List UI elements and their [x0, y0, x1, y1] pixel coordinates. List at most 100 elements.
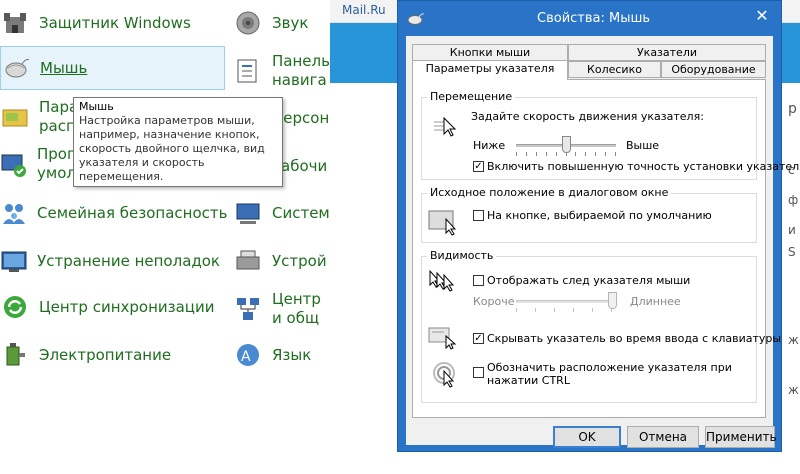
tab-hardware[interactable]: Оборудование	[661, 61, 766, 78]
browser-right-edge: р с ф и S ж ж	[786, 83, 800, 403]
edge-char: S	[788, 245, 796, 259]
cp-label: Язык	[272, 346, 312, 364]
browser-tab-mailru[interactable]: Mail.Ru	[342, 3, 386, 17]
family-safety-icon	[0, 198, 28, 228]
power-options-icon	[0, 340, 30, 370]
snap-to-group: Исходное положение в диалоговом окне На …	[421, 186, 757, 243]
castle-icon	[0, 8, 30, 38]
speed-fast-label: Выше	[626, 139, 660, 152]
slider-tick	[516, 308, 517, 312]
group-title: Видимость	[427, 249, 497, 262]
speed-prompt: Задайте скорость движения указателя:	[471, 110, 704, 123]
slider-tick	[536, 152, 537, 156]
cp-item-power-options[interactable]: Электропитание	[0, 333, 220, 377]
cp-item-language[interactable]: A Язык	[233, 333, 330, 377]
tab-pointer-options[interactable]: Параметры указателя	[412, 60, 568, 80]
tab-wheel[interactable]: Колесико	[568, 61, 661, 78]
cp-item-system[interactable]: Систем	[233, 191, 330, 235]
dialog-body: Кнопки мыши Указатели Параметры указател…	[406, 36, 800, 448]
system-icon	[233, 198, 263, 228]
group-title: Перемещение	[427, 90, 516, 103]
trails-short-label: Короче	[473, 295, 515, 308]
trails-slider-thumb[interactable]	[608, 292, 617, 309]
cp-label: Панель навига	[272, 52, 330, 89]
slider-tick	[605, 152, 606, 156]
snap-to-label: На кнопке, выбираемой по умолчанию	[487, 209, 712, 222]
slider-tick	[575, 152, 576, 156]
language-icon: A	[233, 340, 263, 370]
slider-tick	[592, 308, 593, 312]
cp-label: Электропитание	[39, 346, 172, 364]
cp-label: Устрой	[272, 252, 327, 270]
slider-tick	[535, 308, 536, 312]
cp-label: Звук	[272, 14, 309, 32]
slider-tick	[516, 152, 517, 156]
slider-tick	[526, 152, 527, 156]
devices-icon	[233, 246, 263, 276]
slider-tick	[615, 152, 616, 156]
precision-checkbox[interactable]: ✓	[473, 161, 484, 172]
motion-group: Перемещение Задайте скорость движения ук…	[421, 90, 800, 180]
sync-center-icon	[0, 292, 30, 322]
tab-buttons[interactable]: Кнопки мыши	[412, 44, 568, 61]
cp-label: Систем	[272, 204, 330, 222]
trails-checkbox[interactable]	[473, 275, 484, 286]
cp-label: Семейная безопасность	[37, 204, 228, 222]
tooltip-text: Настройка параметров мыши, например, наз…	[79, 114, 265, 183]
cp-item-troubleshooting[interactable]: Устранение неполадок	[0, 239, 220, 283]
edge-char: ж	[788, 333, 799, 347]
cp-item-sync-center[interactable]: Центр синхронизации	[0, 285, 220, 329]
mouse-icon	[406, 10, 425, 25]
precision-label: Включить повышенную точность установки у…	[487, 160, 800, 173]
mouse-icon	[1, 53, 31, 83]
edge-char: р	[788, 101, 797, 117]
cp-label: Центр и общ	[272, 290, 321, 327]
ctrl-locate-icon	[432, 361, 458, 393]
cp-item-devices[interactable]: Устрой	[233, 239, 330, 283]
trails-slider-ticks	[516, 308, 612, 312]
network-center-icon	[233, 294, 263, 324]
cancel-button[interactable]: Отмена	[627, 426, 699, 448]
close-button[interactable]: ✕	[751, 7, 773, 25]
hide-pointer-icon	[428, 326, 458, 356]
troubleshooting-icon	[0, 246, 28, 276]
apply-button[interactable]: Применить	[705, 426, 777, 448]
group-title: Исходное положение в диалоговом окне	[427, 186, 672, 199]
cp-item-network-center[interactable]: Центр и общ	[233, 287, 330, 331]
cp-item-folder-options[interactable]: Парам распо	[0, 95, 90, 139]
mouse-tooltip: Мышь Настройка параметров мыши, например…	[73, 97, 283, 187]
slider-tick	[585, 152, 586, 156]
slider-tick	[595, 152, 596, 156]
cp-label: Центр синхронизации	[39, 298, 215, 316]
dialog-title-bar[interactable]: Свойства: Мышь ✕	[398, 1, 781, 35]
visibility-group: Видимость Отображать след указателя мыши…	[421, 249, 781, 403]
ctrl-locate-checkbox[interactable]	[473, 367, 484, 378]
cp-item-family-safety[interactable]: Семейная безопасность	[0, 191, 227, 235]
control-panel: Защитник Windows Мышь Парам распо Прогр …	[0, 0, 330, 474]
edge-char: ф	[788, 193, 799, 207]
cp-item-navigation[interactable]: Панель навига	[233, 49, 330, 93]
mouse-properties-dialog: Свойства: Мышь ✕ Кнопки мыши Указатели П…	[397, 0, 800, 452]
slider-tick	[556, 152, 557, 156]
ok-button[interactable]: OK	[553, 426, 621, 448]
snap-to-icon	[428, 207, 460, 241]
hide-pointer-checkbox[interactable]: ✓	[473, 333, 484, 344]
pointer-speed-icon	[432, 116, 460, 146]
cp-item-windows-defender[interactable]: Защитник Windows	[0, 1, 220, 45]
snap-to-checkbox[interactable]	[473, 210, 484, 221]
navigation-panel-icon	[233, 56, 263, 86]
folder-options-icon	[0, 102, 30, 132]
cp-label: Парам распо	[39, 98, 90, 135]
cp-item-default-programs[interactable]: Прогр умолчанию	[0, 142, 126, 186]
default-programs-icon	[0, 149, 28, 179]
dialog-title: Свойства: Мышь	[537, 11, 651, 26]
speed-slider-thumb[interactable]	[562, 136, 571, 153]
speaker-icon	[233, 8, 263, 38]
slider-tick	[573, 308, 574, 312]
cp-item-sound[interactable]: Звук	[233, 1, 330, 45]
trails-long-label: Длиннее	[630, 295, 681, 308]
tab-pointers[interactable]: Указатели	[568, 44, 766, 61]
hide-pointer-label: Скрывать указатель во время ввода с клав…	[487, 332, 782, 345]
cp-item-mouse[interactable]: Мышь	[0, 46, 225, 90]
svg-text:A: A	[241, 349, 251, 365]
